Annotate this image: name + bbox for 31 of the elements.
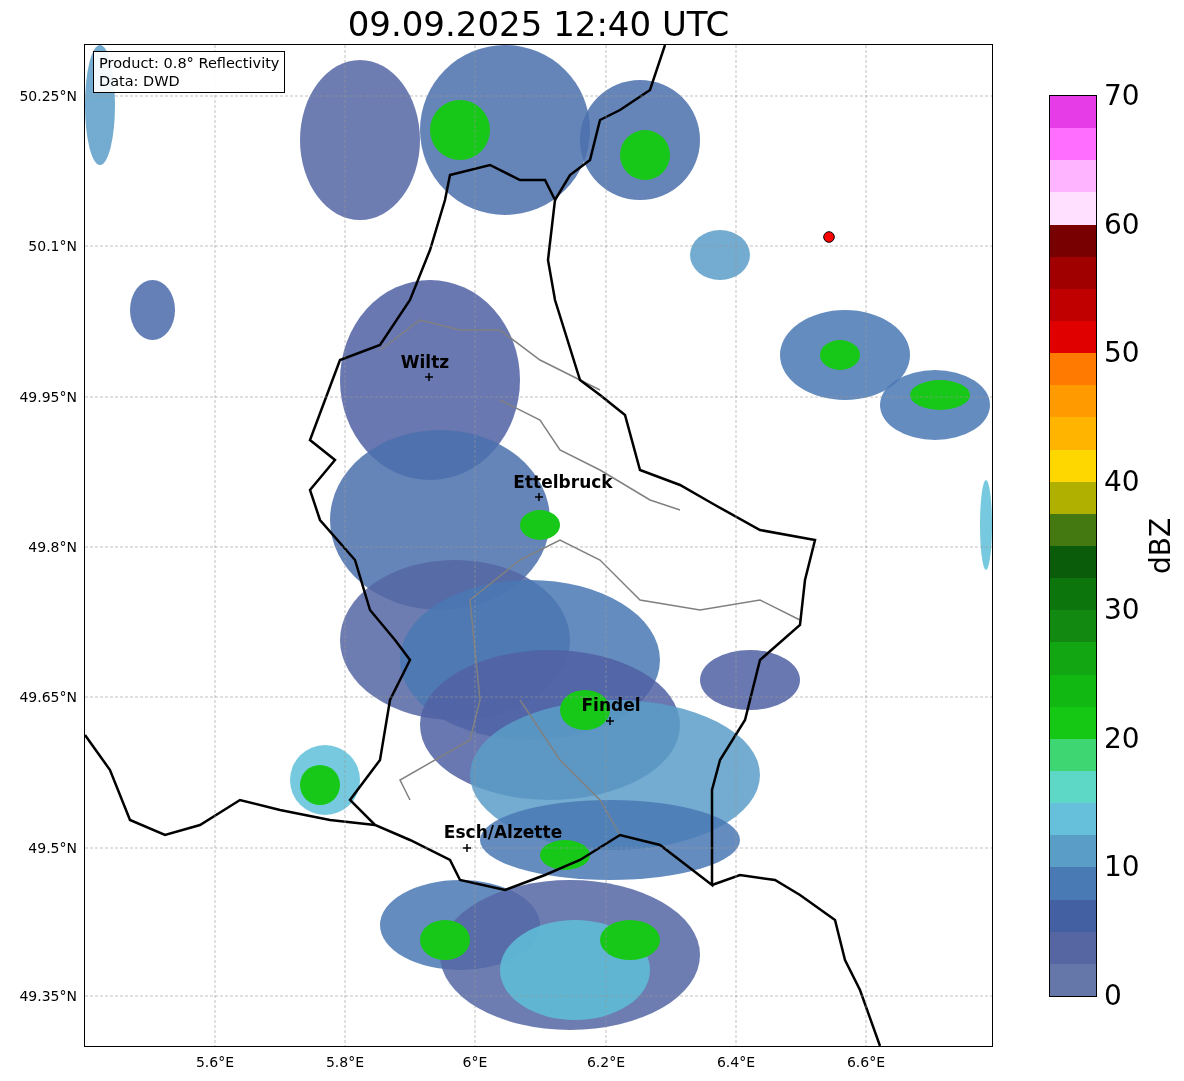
- colorbar-tick-label: 60: [1104, 209, 1140, 240]
- colorbar-tick-label: 10: [1104, 852, 1140, 883]
- latitude-label: 49.65°N: [19, 689, 77, 705]
- latitude-label: 49.8°N: [28, 539, 77, 555]
- location-dot-icon: [823, 231, 835, 243]
- info-text: Data: DWD: [99, 72, 181, 90]
- city-marker-icon: [606, 717, 614, 725]
- colorbar-tick-label: 50: [1104, 338, 1140, 369]
- colorbar-label: dBZ: [1143, 517, 1177, 575]
- colorbar-tick-label: 70: [1104, 81, 1140, 111]
- longitude-label: 6°E: [462, 1054, 488, 1070]
- latitude-label: 49.35°N: [19, 988, 77, 1004]
- chart-title: 09.09.2025 12:40 UTC: [346, 4, 731, 44]
- latitude-label: 49.95°N: [19, 389, 77, 405]
- latitude-label: 49.5°N: [28, 840, 77, 856]
- latitude-label: 50.1°N: [28, 238, 77, 254]
- info-text: Product: 0.8° Reflectivity: [99, 54, 280, 72]
- colorbar-tick-label: 30: [1104, 595, 1140, 626]
- longitude-label: 6.4°E: [716, 1054, 756, 1070]
- colorbar-tick-label: 20: [1104, 723, 1140, 754]
- longitude-label: 6.6°E: [846, 1054, 886, 1070]
- colorbar-tick-label: 0: [1104, 981, 1122, 1011]
- city-label: Wiltz: [400, 352, 450, 372]
- city-marker-icon: [463, 844, 471, 852]
- longitude-label: 5.8°E: [325, 1054, 365, 1070]
- colorbar-tick-label: 40: [1104, 466, 1140, 497]
- longitude-label: 5.6°E: [195, 1054, 235, 1070]
- latitude-label: 50.25°N: [19, 88, 77, 104]
- city-marker-icon: [425, 373, 433, 381]
- longitude-label: 6.2°E: [586, 1054, 626, 1070]
- city-marker-icon: [535, 493, 543, 501]
